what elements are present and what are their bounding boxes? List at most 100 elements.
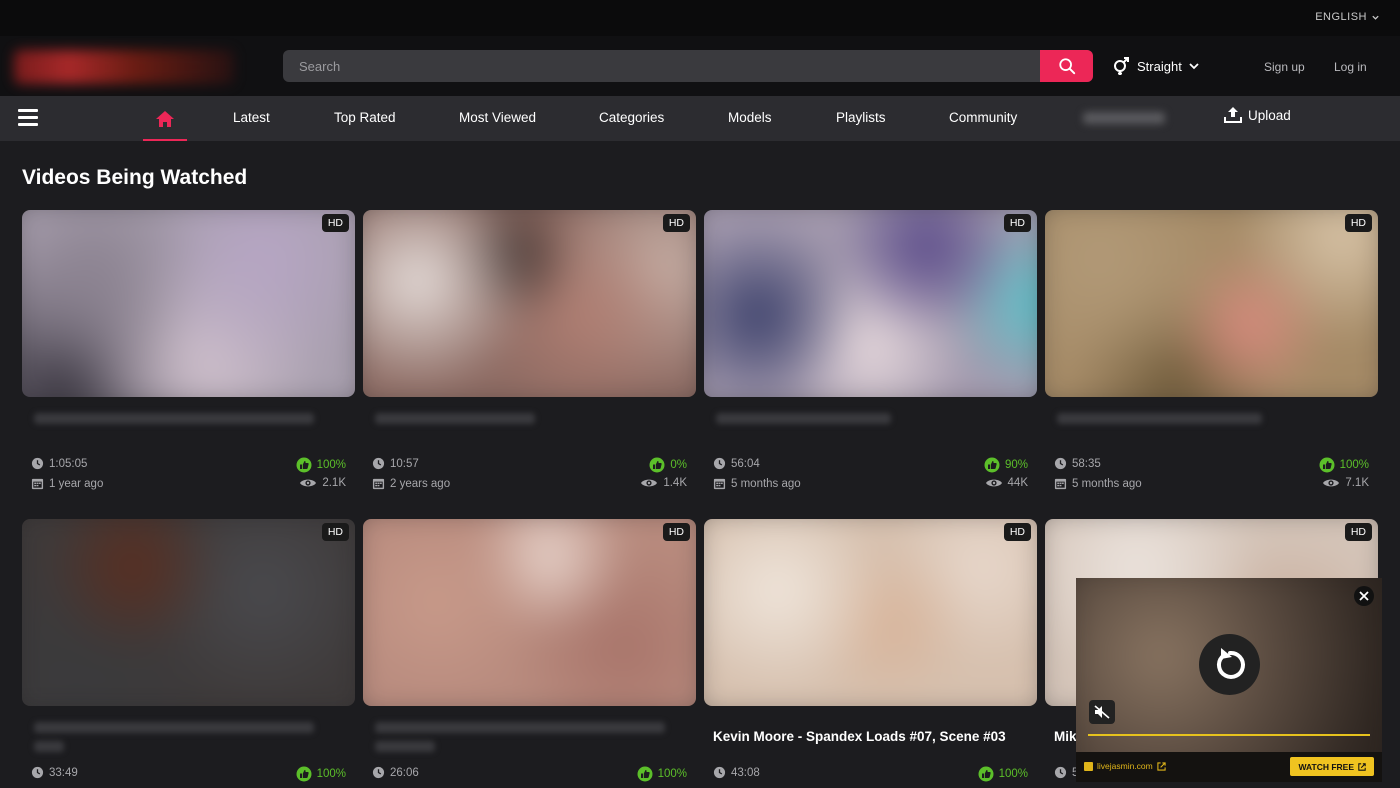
duration-text: 10:57 <box>390 457 419 470</box>
video-card[interactable]: HD 33:49 100% <box>22 519 355 788</box>
duration-text: 33:49 <box>49 766 78 779</box>
video-card[interactable]: HD 56:04 5 months ago 90% 44K <box>704 210 1037 500</box>
video-views: 44K <box>985 477 1028 489</box>
upload-button[interactable]: Upload <box>1224 106 1291 124</box>
hd-badge: HD <box>321 214 349 232</box>
video-thumbnail[interactable]: HD <box>704 519 1037 706</box>
chevron-down-icon <box>1189 63 1199 70</box>
video-title[interactable]: Mik <box>1054 729 1077 744</box>
thumbs-up-icon <box>1319 457 1335 473</box>
eye-icon <box>1323 479 1340 487</box>
duration-text: 26:06 <box>390 766 419 779</box>
language-label: ENGLISH <box>1315 11 1367 23</box>
search-input[interactable] <box>283 50 1040 82</box>
search-bar <box>283 50 1093 82</box>
video-views: 7.1K <box>1322 477 1369 489</box>
date-text: 2 years ago <box>390 477 451 490</box>
video-rating: 100% <box>296 457 346 473</box>
video-title-blurred[interactable] <box>34 741 64 752</box>
ad-footer: livejasmin.com WATCH FREE <box>1076 752 1382 782</box>
video-title-blurred[interactable] <box>375 722 665 733</box>
nav-categories[interactable]: Categories <box>599 110 664 125</box>
thumbs-up-icon <box>978 766 994 782</box>
video-card[interactable]: HD 10:57 2 years ago 0% 1.4K <box>363 210 696 500</box>
brand-logo-icon <box>1084 761 1093 771</box>
calendar-icon <box>1054 478 1067 490</box>
video-date: 2 years ago <box>372 477 450 490</box>
clock-icon <box>372 766 385 779</box>
nav-top-rated[interactable]: Top Rated <box>334 110 396 125</box>
video-card[interactable]: HD 58:35 5 months ago 100% 7.1K <box>1045 210 1378 500</box>
video-duration: 5 <box>1054 766 1078 779</box>
video-rating: 100% <box>637 766 687 782</box>
nav-home[interactable] <box>143 96 187 141</box>
video-title-blurred[interactable] <box>716 413 891 424</box>
eye-icon <box>985 479 1002 487</box>
video-title-blurred[interactable] <box>34 413 314 424</box>
video-title-blurred[interactable] <box>1057 413 1262 424</box>
video-duration: 43:08 <box>713 766 760 779</box>
calendar-icon <box>31 478 44 490</box>
nav-playlists[interactable]: Playlists <box>836 110 886 125</box>
rating-text: 100% <box>316 459 346 471</box>
replay-button[interactable] <box>1199 634 1260 695</box>
signup-link[interactable]: Sign up <box>1264 60 1305 74</box>
main-nav: Latest Top Rated Most Viewed Categories … <box>0 96 1400 141</box>
search-icon <box>1058 58 1075 75</box>
nav-latest[interactable]: Latest <box>233 110 270 125</box>
duration-text: 58:35 <box>1072 457 1101 470</box>
mute-button[interactable] <box>1089 700 1115 724</box>
ad-watch-free-button[interactable]: WATCH FREE <box>1290 757 1374 776</box>
video-title-blurred[interactable] <box>375 741 435 752</box>
clock-icon <box>1054 457 1067 470</box>
nav-community[interactable]: Community <box>949 110 1017 125</box>
video-date: 1 year ago <box>31 477 103 490</box>
thumbs-up-icon <box>296 457 312 473</box>
video-thumbnail[interactable]: HD <box>22 519 355 706</box>
video-thumbnail[interactable]: HD <box>363 210 696 397</box>
hd-badge: HD <box>1344 214 1372 232</box>
video-thumbnail[interactable]: HD <box>22 210 355 397</box>
video-rating: 0% <box>649 457 687 473</box>
video-thumbnail[interactable]: HD <box>363 519 696 706</box>
top-bar: ENGLISH <box>0 0 1400 36</box>
nav-models[interactable]: Models <box>728 110 772 125</box>
hd-badge: HD <box>321 523 349 541</box>
video-thumbnail[interactable]: HD <box>1045 210 1378 397</box>
nav-most-viewed[interactable]: Most Viewed <box>459 110 536 125</box>
hd-badge: HD <box>1003 523 1031 541</box>
ad-brand-link[interactable]: livejasmin.com <box>1084 761 1166 771</box>
eye-icon <box>300 479 317 487</box>
language-selector[interactable]: ENGLISH <box>1315 11 1380 23</box>
video-title[interactable]: Kevin Moore - Spandex Loads #07, Scene #… <box>713 729 1006 744</box>
rating-text: 100% <box>998 768 1028 780</box>
hd-badge: HD <box>1003 214 1031 232</box>
video-duration: 1:05:05 <box>31 457 87 470</box>
duration-text: 56:04 <box>731 457 760 470</box>
ad-player[interactable]: livejasmin.com WATCH FREE <box>1076 578 1382 782</box>
orientation-selector[interactable]: Straight <box>1111 56 1200 76</box>
nav-blurred-item[interactable] <box>1083 112 1165 124</box>
ad-progress-bar[interactable] <box>1088 734 1370 736</box>
video-title-blurred[interactable] <box>34 722 314 733</box>
header: Straight Sign up Log in <box>0 36 1400 96</box>
eye-icon <box>641 479 658 487</box>
date-text: 5 months ago <box>1072 477 1142 490</box>
orientation-label: Straight <box>1137 58 1182 74</box>
search-button[interactable] <box>1040 50 1093 82</box>
clock-icon <box>713 457 726 470</box>
video-rating: 90% <box>984 457 1028 473</box>
video-date: 5 months ago <box>713 477 801 490</box>
ad-close-button[interactable] <box>1354 586 1374 606</box>
video-title-blurred[interactable] <box>375 413 535 424</box>
thumbs-up-icon <box>984 457 1000 473</box>
login-link[interactable]: Log in <box>1334 60 1367 74</box>
page-title: Videos Being Watched <box>22 166 248 189</box>
video-thumbnail[interactable]: HD <box>704 210 1037 397</box>
video-duration: 10:57 <box>372 457 419 470</box>
video-card[interactable]: HD Kevin Moore - Spandex Loads #07, Scen… <box>704 519 1037 788</box>
video-card[interactable]: HD 26:06 100% <box>363 519 696 788</box>
video-card[interactable]: HD 1:05:05 1 year ago 100% 2.1K <box>22 210 355 500</box>
site-logo[interactable] <box>14 50 234 84</box>
menu-icon[interactable] <box>18 109 38 126</box>
